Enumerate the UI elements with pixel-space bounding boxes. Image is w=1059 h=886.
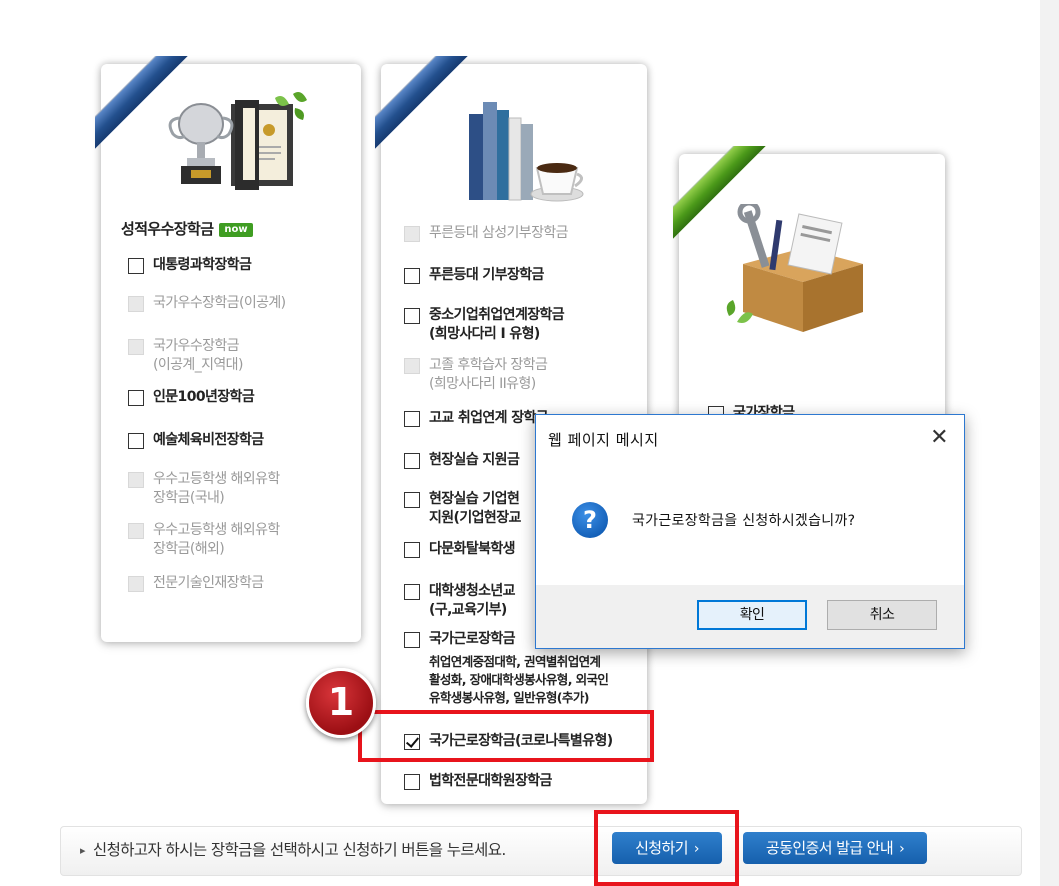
category-title-text: 성적우수장학금: [121, 220, 214, 238]
checkbox-item[interactable]: 법학전문대학원장학금: [404, 772, 552, 791]
checkbox-item[interactable]: 대학생청소년교 (구,교육기부): [404, 582, 516, 620]
checkbox-label: 고졸 후학습자 장학금 (희망사다리 II유형): [429, 357, 548, 392]
checkbox[interactable]: [404, 774, 420, 790]
checkbox-item-disabled: 우수고등학생 해외유학 장학금(해외): [128, 521, 280, 559]
dialog-titlebar[interactable]: 웹 페이지 메시지 ✕: [536, 415, 964, 462]
checkbox[interactable]: [128, 390, 144, 406]
checkbox-item-disabled: 푸른등대 삼성기부장학금: [404, 224, 569, 243]
checkbox: [404, 226, 420, 242]
checkbox-item[interactable]: 현장실습 지원금: [404, 451, 520, 470]
step-number-badge: 1: [306, 668, 376, 738]
checkbox-label: 대통령과학장학금: [153, 257, 252, 273]
checkbox-item-disabled: 국가우수장학금 (이공계_지역대): [128, 337, 243, 375]
highlight-apply-button: [594, 810, 739, 886]
checkbox-item-work-scholarship[interactable]: 국가근로장학금: [404, 630, 516, 649]
bullet-icon: ▸: [80, 844, 86, 857]
checkbox-item[interactable]: 중소기업취업연계장학금 (희망사다리 I 유형): [404, 306, 565, 344]
checkbox[interactable]: [404, 492, 420, 508]
checkbox-label: 고교 취업연계 장학금: [429, 410, 549, 426]
checkbox-label: 인문100년장학금: [153, 389, 255, 405]
question-icon: ?: [572, 502, 608, 538]
checkbox-label: 다문화탈북학생: [429, 541, 516, 557]
checkbox: [128, 472, 144, 488]
trophy-certificate-icon: [168, 92, 307, 190]
checkbox-label: 현장실습 기업현 지원(기업현장교: [429, 491, 521, 526]
checkbox-label: 우수고등학생 해외유학 장학금(해외): [153, 522, 280, 557]
checkbox[interactable]: [404, 584, 420, 600]
checkbox-label: 현장실습 지원금: [429, 452, 520, 468]
checkbox[interactable]: [404, 632, 420, 648]
checkbox[interactable]: [128, 258, 144, 274]
checkbox[interactable]: [404, 308, 420, 324]
checkbox-item[interactable]: 인문100년장학금: [128, 388, 255, 407]
checkbox-label: 전문기술인재장학금: [153, 575, 264, 591]
work-scholarship-types: 취업연계중점대학, 권역별취업연계 활성화, 장애대학생봉사유형, 외국인 유학…: [429, 654, 609, 705]
checkbox-label: 국가우수장학금(이공계): [153, 295, 286, 311]
confirm-dialog: 웹 페이지 메시지 ✕ ? 국가근로장학금을 신청하시겠습니까? 확인 취소: [535, 414, 965, 649]
highlight-selected-item: [358, 710, 654, 762]
books-coffee-icon: [469, 102, 584, 202]
notice-message: 신청하고자 하시는 장학금을 선택하시고 신청하기 버튼을 누르세요.: [92, 841, 506, 859]
toolbox-icon: [726, 204, 863, 332]
checkbox-label: 대학생청소년교 (구,교육기부): [429, 583, 516, 618]
checkbox-label: 법학전문대학원장학금: [429, 773, 552, 789]
cert-guide-button-label: 공동인증서 발급 안내: [765, 839, 894, 857]
notice-text: ▸ 신청하고자 하시는 장학금을 선택하시고 신청하기 버튼을 누르세요.: [80, 838, 506, 860]
checkbox-label: 우수고등학생 해외유학 장학금(국내): [153, 471, 280, 506]
new-badge: now: [219, 223, 253, 237]
checkbox: [128, 523, 144, 539]
dialog-title: 웹 페이지 메시지: [548, 431, 659, 449]
window-edge: [1040, 0, 1059, 886]
cert-guide-button[interactable]: 공동인증서 발급 안내 ›: [743, 832, 927, 864]
checkbox-label: 예술체육비전장학금: [153, 432, 264, 448]
checkbox[interactable]: [404, 453, 420, 469]
dialog-message: 국가근로장학금을 신청하시겠습니까?: [632, 513, 856, 529]
checkbox: [404, 358, 420, 374]
checkbox: [128, 296, 144, 312]
checkbox-label: 국가근로장학금: [429, 631, 516, 647]
checkbox-label: 푸른등대 삼성기부장학금: [429, 225, 569, 241]
checkbox-item[interactable]: 대통령과학장학금: [128, 256, 252, 275]
checkbox: [128, 339, 144, 355]
checkbox-label: 국가우수장학금 (이공계_지역대): [153, 338, 243, 373]
checkbox-item-disabled: 고졸 후학습자 장학금 (희망사다리 II유형): [404, 356, 548, 394]
cancel-button[interactable]: 취소: [827, 600, 937, 630]
scholarship-card-merit: 성적우수장학금 now 대통령과학장학금 국가우수장학금(이공계) 국가우수장학금…: [101, 64, 361, 642]
checkbox-item-disabled: 국가우수장학금(이공계): [128, 294, 286, 313]
ribbon-icon: [375, 56, 471, 152]
checkbox-item[interactable]: 푸른등대 기부장학금: [404, 266, 544, 285]
dialog-footer: 확인 취소: [536, 585, 964, 648]
checkbox-item[interactable]: 고교 취업연계 장학금: [404, 409, 549, 428]
checkbox-label: 푸른등대 기부장학금: [429, 267, 544, 283]
checkbox-item-disabled: 우수고등학생 해외유학 장학금(국내): [128, 470, 280, 508]
category-title: 성적우수장학금 now: [121, 218, 253, 239]
checkbox[interactable]: [404, 411, 420, 427]
chevron-right-icon: ›: [899, 841, 905, 857]
checkbox[interactable]: [404, 268, 420, 284]
checkbox-item[interactable]: 현장실습 기업현 지원(기업현장교: [404, 490, 521, 528]
checkbox-item[interactable]: 다문화탈북학생: [404, 540, 516, 559]
ok-button[interactable]: 확인: [697, 600, 807, 630]
checkbox-item-disabled: 전문기술인재장학금: [128, 574, 264, 593]
dialog-body: ? 국가근로장학금을 신청하시겠습니까?: [536, 462, 964, 585]
checkbox[interactable]: [404, 542, 420, 558]
checkbox-item[interactable]: 예술체육비전장학금: [128, 431, 264, 450]
scholarship-card-national: 국가장학금: [679, 154, 945, 434]
checkbox-label: 중소기업취업연계장학금 (희망사다리 I 유형): [429, 307, 565, 342]
close-icon[interactable]: ✕: [924, 423, 954, 453]
checkbox[interactable]: [128, 433, 144, 449]
checkbox: [128, 576, 144, 592]
